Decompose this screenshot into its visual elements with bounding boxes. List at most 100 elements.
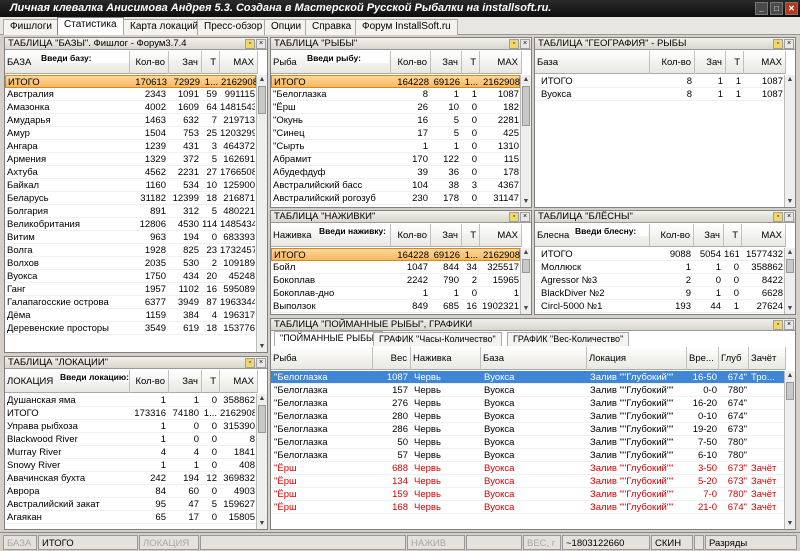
vertical-scrollbar[interactable]: ▲ ▼ (784, 371, 795, 529)
table-row[interactable]: "Ёрш 159 Червь Вуокса Залив ""Глубокий"" 7-0 7… (271, 488, 784, 501)
table-row[interactable]: Деревенские просторы 3549 619 18 153776 (5, 322, 256, 335)
col-header-max[interactable]: MAX (742, 224, 786, 247)
table-row[interactable]: Витим 963 194 0 683393 (5, 231, 256, 244)
table-row[interactable]: "Белоглазка 157 Червь Вуокса Залив ""Глубоки… (271, 384, 784, 397)
tab-caught-fish[interactable]: "ПОЙМАННЫЕ РЫБЫ" (274, 331, 384, 346)
table-row[interactable]: "Ёрш 168 Червь Вуокса Залив ""Глубокий"" 21-0… (271, 501, 784, 514)
table-row[interactable]: Австралия 2343 1091 59 991115 (5, 88, 256, 101)
panel-close-icon[interactable]: × (256, 39, 266, 49)
table-row[interactable]: Абудефдуф 39 36 0 178 (271, 166, 520, 179)
table-row[interactable]: Амазонка 4002 1609 64 1481543 (5, 101, 256, 114)
col-header-t[interactable]: Т (462, 224, 480, 247)
tab-press-review[interactable]: Пресс-обзор (197, 19, 270, 35)
table-row[interactable]: Беларусь 31182 12399 18 216871 (5, 192, 256, 205)
table-row[interactable]: "Белоглазка 280 Червь Вуокса Залив ""Глубоки… (271, 410, 784, 423)
col-header-count[interactable]: Кол-во (130, 51, 169, 74)
vertical-scrollbar[interactable]: ▲ ▼ (256, 394, 267, 529)
table-row[interactable]: "Белоглазка 57 Червь Вуокса Залив ""Глубокий… (271, 449, 784, 462)
vertical-scrollbar[interactable]: ▲ ▼ (256, 75, 267, 352)
table-row[interactable]: "Окунь 16 5 0 2281 (271, 114, 520, 127)
table-row[interactable]: Моллюск 1 1 0 358862 (535, 261, 784, 274)
col-header-max[interactable]: MAX (480, 51, 522, 74)
table-row[interactable]: Армения 1329 372 5 162691 (5, 153, 256, 166)
col-header-max[interactable]: MAX (220, 51, 258, 74)
maximize-icon[interactable]: □ (770, 2, 783, 15)
col-header-weight[interactable]: Вес (373, 347, 411, 370)
panel-close-icon[interactable]: × (256, 358, 266, 368)
status-skin-toggle[interactable] (694, 535, 704, 550)
vertical-scrollbar[interactable]: ▲ ▼ (784, 75, 795, 207)
panel-close-icon[interactable]: × (784, 39, 794, 49)
panel-close-icon[interactable]: × (784, 212, 794, 222)
panel-restore-icon[interactable]: ▫ (245, 39, 255, 49)
panel-restore-icon[interactable]: ▫ (509, 39, 519, 49)
tab-statistics[interactable]: Статистика (57, 17, 124, 35)
total-row[interactable]: ИТОГО 164228 69126 1... 2162908 (271, 248, 520, 261)
tab-options[interactable]: Опции (264, 19, 309, 35)
total-row[interactable]: ИТОГО 164228 69126 1... 2162908 (271, 75, 520, 88)
col-header-max[interactable]: MAX (220, 370, 258, 393)
col-header-credit[interactable]: Зач (169, 370, 202, 393)
table-row[interactable]: Бокоплав 2242 790 2 15965 (271, 274, 520, 287)
vertical-scrollbar[interactable]: ▲ ▼ (520, 248, 531, 314)
table-row[interactable]: Абрамит 170 122 0 115 (271, 153, 520, 166)
base-filter-input[interactable]: Введи базу: (41, 53, 129, 63)
table-row[interactable]: Вуокса 1750 434 20 45248 (5, 270, 256, 283)
col-header-credit[interactable]: Зач (695, 51, 726, 74)
table-row[interactable]: Дёма 1159 384 4 196317 (5, 309, 256, 322)
tab-chart-weight-count[interactable]: ГРАФИК "Вес-Количество" (507, 332, 630, 346)
col-header-count[interactable]: Кол-во (391, 224, 431, 247)
table-row[interactable]: "Белоглазка 50 Червь Вуокса Залив ""Глубокий… (271, 436, 784, 449)
vertical-scrollbar[interactable]: ▲ ▼ (784, 248, 795, 314)
vertical-scrollbar[interactable]: ▲ ▼ (520, 75, 531, 207)
table-row[interactable]: "Белоглазка 8 1 1 1087 (271, 88, 520, 101)
table-row[interactable]: Галапагосские острова 6377 3949 87 1963344 (5, 296, 256, 309)
col-header-fish[interactable]: Рыба (271, 347, 373, 370)
total-row[interactable]: ИТОГО 170613 72929 1... 2162908 (5, 75, 256, 88)
table-row[interactable]: Бойл 1047 844 34 325517 (271, 261, 520, 274)
col-header-time[interactable]: Вре... (687, 347, 719, 370)
bait-filter-input[interactable]: Введи наживку: (319, 226, 389, 236)
panel-close-icon[interactable]: × (520, 212, 530, 222)
table-row[interactable]: Австралийский закат 95 47 5 159627 (5, 498, 256, 511)
table-row[interactable]: Agressor №3 2 0 0 8422 (535, 274, 784, 287)
table-row[interactable]: Авачинская бухта 242 194 12 369832 (5, 472, 256, 485)
table-row[interactable]: Австралийский басс 104 38 3 4367 (271, 179, 520, 192)
col-header-t[interactable]: Т (726, 51, 744, 74)
col-header-credit[interactable]: Зач (431, 224, 462, 247)
col-header-credit[interactable]: Зачёт (749, 347, 786, 370)
table-row[interactable]: Болгария 891 312 5 480221 (5, 205, 256, 218)
table-row[interactable]: Австралийский рогозуб 230 178 0 31147 (271, 192, 520, 205)
minimize-icon[interactable]: _ (755, 2, 768, 15)
close-icon[interactable]: ✕ (785, 2, 798, 15)
col-header-t[interactable]: Т (202, 51, 220, 74)
tab-help[interactable]: Справка (305, 19, 359, 35)
lure-filter-input[interactable]: Введи блесну: (575, 226, 648, 236)
table-row[interactable]: Вуокса 8 1 1 1087 (535, 88, 784, 101)
panel-close-icon[interactable]: × (784, 320, 794, 330)
col-header-t[interactable]: Т (202, 370, 220, 393)
table-row[interactable]: Murray River 4 4 0 1841 (5, 446, 256, 459)
table-row[interactable]: "Белоглазка 1087 Червь Вуокса Залив ""Глубок… (271, 371, 784, 384)
table-row[interactable]: Аврора 84 60 0 4903 (5, 485, 256, 498)
col-header-bait[interactable]: Наживка (411, 347, 481, 370)
table-row[interactable]: Бокоплав-дно 1 1 0 1 (271, 287, 520, 300)
table-row[interactable]: Выползок 849 685 16 1902321 (271, 300, 520, 313)
table-row[interactable]: Душанская яма 1 1 0 358862 (5, 394, 256, 407)
table-row[interactable]: Ганг 1957 1102 16 595089 (5, 283, 256, 296)
col-header-name[interactable]: База (535, 51, 650, 74)
location-filter-input[interactable]: Введи локацию: (60, 372, 129, 382)
col-header-t[interactable]: Т (462, 51, 480, 74)
col-header-depth[interactable]: Глуб (719, 347, 749, 370)
panel-restore-icon[interactable]: ▫ (773, 320, 783, 330)
table-row[interactable]: "Сырть 1 1 0 1310 (271, 140, 520, 153)
table-row[interactable]: Управа рыбхоза 1 0 0 315390 (5, 420, 256, 433)
table-row[interactable]: "Синец 17 5 0 425 (271, 127, 520, 140)
col-header-count[interactable]: Кол-во (130, 370, 169, 393)
table-row[interactable]: "Белоглазка 276 Червь Вуокса Залив ""Глубоки… (271, 397, 784, 410)
panel-restore-icon[interactable]: ▫ (509, 212, 519, 222)
table-row[interactable]: "Белоглазка 286 Червь Вуокса Залив ""Глубоки… (271, 423, 784, 436)
table-row[interactable]: Волхов 2035 530 2 109189 (5, 257, 256, 270)
fish-filter-input[interactable]: Введи рыбу: (307, 53, 389, 63)
table-row[interactable]: Великобритания 12806 4530 114 1485434 (5, 218, 256, 231)
